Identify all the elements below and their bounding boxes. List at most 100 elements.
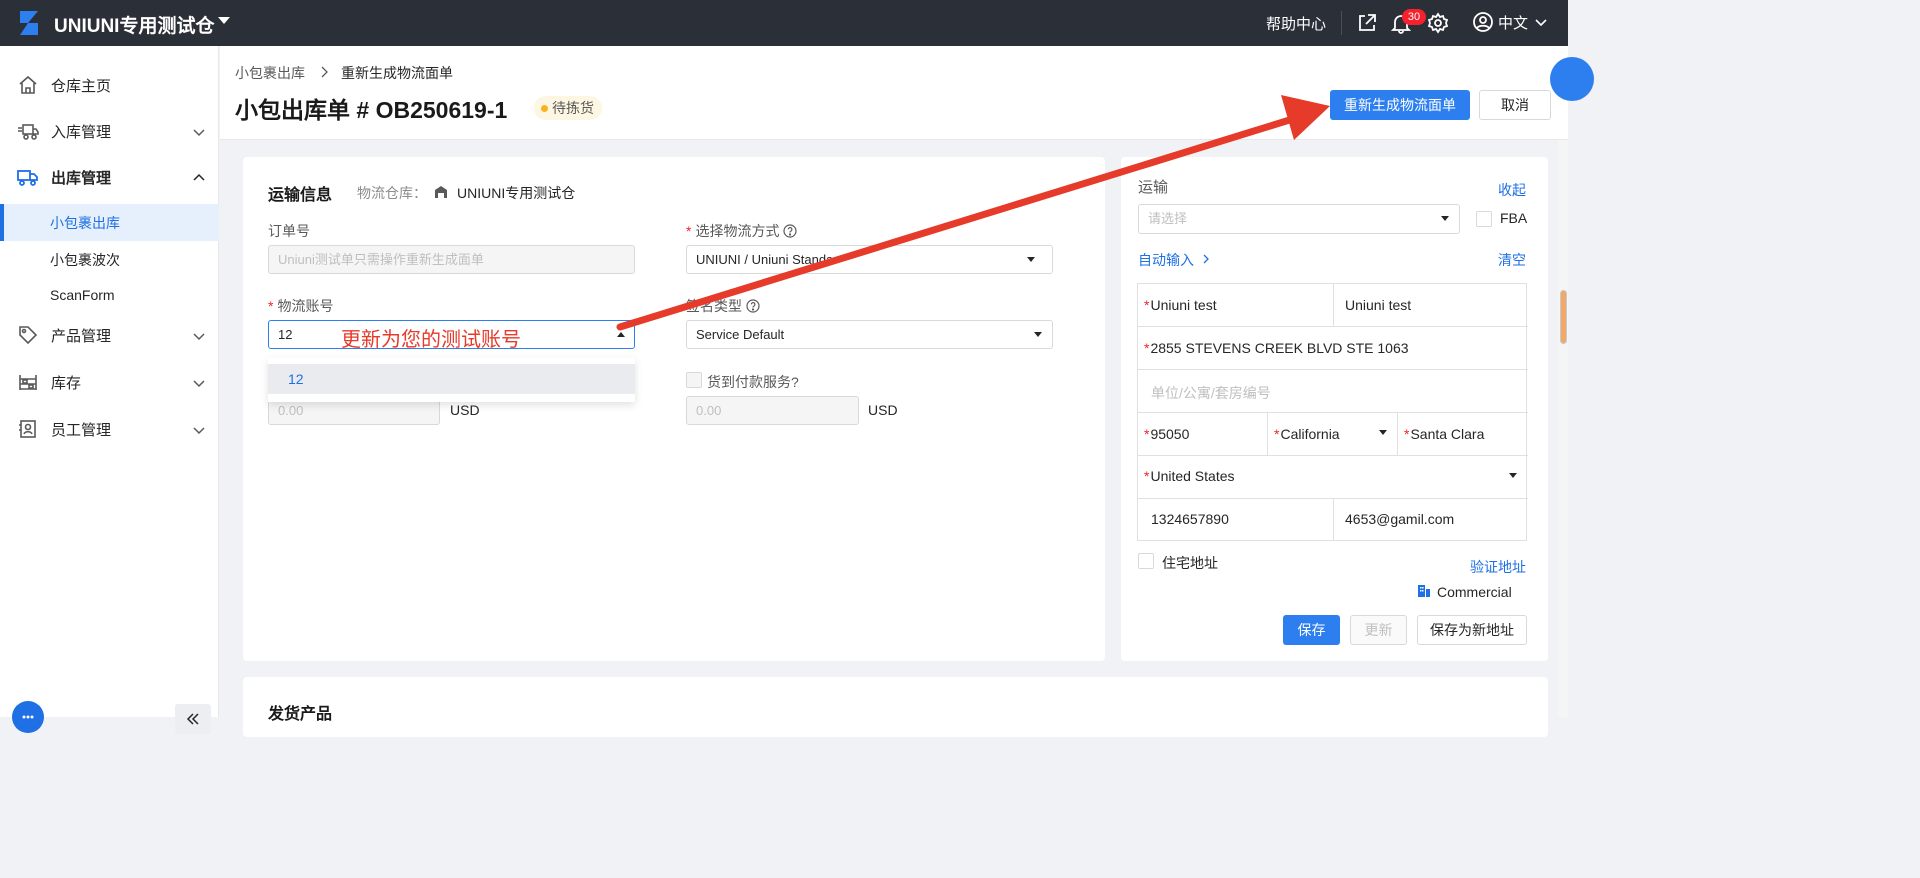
sidebar-item-label: 仓库主页 [51, 78, 112, 95]
page-title: 小包出库单 # OB250619-1 [235, 97, 508, 123]
collapse-sidebar-button[interactable] [175, 704, 211, 734]
warehouse-name[interactable]: UNIUNI专用测试仓 [54, 11, 214, 38]
divider [1333, 498, 1334, 541]
address-form: *Uniuni test Uniuni test *2855 STEVENS C… [1137, 283, 1528, 541]
street-field[interactable]: *2855 STEVENS CREEK BLVD STE 1063 [1144, 340, 1409, 356]
sidebar-subitem-scanform[interactable]: ScanForm [0, 278, 219, 315]
required-mark: * [1144, 468, 1150, 484]
regenerate-label-button[interactable]: 重新生成物流面单 [1330, 90, 1470, 120]
truck-out-icon [17, 170, 38, 186]
city-field[interactable]: *Santa Clara [1404, 426, 1484, 442]
state-select[interactable]: *California [1274, 426, 1340, 442]
sidebar-item-home[interactable]: 仓库主页 [0, 64, 219, 106]
chevron-down-icon[interactable] [1534, 15, 1548, 29]
gear-icon[interactable] [1427, 12, 1449, 34]
city-value: Santa Clara [1410, 426, 1485, 442]
chat-button[interactable] [12, 701, 44, 733]
order-number-input[interactable]: Uniuni测试单只需操作重新生成面单 [268, 245, 635, 274]
caret-down-icon [1379, 430, 1387, 435]
sidebar-subitem-small-parcel-outbound[interactable]: 小包裹出库 [0, 204, 219, 241]
caret-down-icon [1441, 216, 1449, 221]
chevron-down-icon [193, 427, 205, 435]
save-address-button[interactable]: 保存 [1283, 615, 1340, 645]
export-icon[interactable] [1356, 12, 1378, 34]
collapse-link[interactable]: 收起 [1498, 180, 1526, 200]
save-new-address-button[interactable]: 保存为新地址 [1417, 615, 1527, 645]
sidebar-item-staff[interactable]: 员工管理 [0, 408, 219, 450]
chevron-down-icon [193, 129, 205, 137]
products-card [243, 677, 1548, 737]
sidebar-subitem-small-parcel-wave[interactable]: 小包裹波次 [0, 241, 219, 278]
breadcrumb-parent[interactable]: 小包裹出库 [235, 63, 305, 83]
warehouse-icon [435, 186, 447, 198]
cod-label: 货到付款服务? [707, 374, 799, 390]
sidebar-subitem-label: 小包裹出库 [50, 215, 120, 231]
account-option[interactable]: 12 [268, 364, 635, 394]
page-header: 小包裹出库 重新生成物流面单 小包出库单 # OB250619-1 待拣货 重新… [220, 46, 1568, 140]
language-selector[interactable]: 中文 [1498, 12, 1528, 33]
cod-amount-input[interactable]: 0.00 [686, 396, 859, 425]
divider [1267, 412, 1268, 455]
sidebar-item-label: 产品管理 [51, 328, 112, 345]
chevron-right-icon [1203, 254, 1209, 264]
email-field[interactable]: 4653@gamil.com [1345, 511, 1454, 527]
residential-label: 住宅地址 [1162, 555, 1218, 571]
phone-field[interactable]: 1324657890 [1151, 511, 1229, 527]
country-select[interactable]: *United States [1144, 468, 1235, 484]
question-icon[interactable] [746, 299, 760, 313]
chevron-down-icon [193, 333, 205, 341]
required-mark: * [1404, 426, 1410, 442]
sidebar-subitem-label: ScanForm [50, 287, 115, 303]
home-icon [19, 75, 37, 94]
scrollbar-thumb[interactable] [1560, 290, 1567, 344]
street-value: 2855 STEVENS CREEK BLVD STE 1063 [1150, 340, 1409, 356]
sidebar-item-inventory[interactable]: 库存 [0, 361, 219, 403]
signature-label-text: 签名类型 [686, 298, 742, 314]
warehouse-value: UNIUNI专用测试仓 [457, 185, 576, 201]
sidebar-subitem-label: 小包裹波次 [50, 252, 120, 268]
verify-address-link[interactable]: 验证地址 [1470, 557, 1526, 577]
transport-select[interactable]: 请选择 [1138, 204, 1460, 234]
required-mark: * [1144, 297, 1150, 313]
status-badge: 待拣货 [534, 96, 602, 120]
user-icon[interactable] [1472, 11, 1494, 33]
page-scrollbar[interactable] [1558, 140, 1568, 717]
zip-field[interactable]: *95050 [1144, 426, 1189, 442]
help-center-link[interactable]: 帮助中心 [1266, 13, 1326, 34]
first-name-value: Uniuni test [1150, 297, 1217, 313]
sidebar-item-label: 员工管理 [51, 422, 112, 439]
shipping-method-label: * 选择物流方式 [686, 221, 798, 241]
sidebar-item-label: 库存 [51, 375, 82, 392]
floating-action-button[interactable] [1550, 57, 1594, 101]
auto-input-link[interactable]: 自动输入 [1138, 250, 1194, 270]
sidebar-item-products[interactable]: 产品管理 [0, 314, 219, 356]
cancel-button[interactable]: 取消 [1479, 90, 1551, 120]
signature-select[interactable]: Service Default [686, 320, 1053, 349]
last-name-field[interactable]: Uniuni test [1345, 297, 1411, 313]
chevron-right-icon [321, 66, 328, 78]
chat-icon [22, 715, 34, 719]
notification-badge: 30 [1402, 9, 1426, 25]
divider [1333, 284, 1334, 326]
shipping-method-select[interactable]: UNIUNI / Uniuni Standa [686, 245, 1053, 274]
update-address-button[interactable]: 更新 [1350, 615, 1407, 645]
required-mark: * [268, 298, 274, 314]
account-label-text: 物流账号 [277, 298, 334, 314]
sidebar-item-inbound[interactable]: 入库管理 [0, 110, 219, 152]
account-dropdown: 12 [268, 358, 635, 402]
sidebar-item-outbound[interactable]: 出库管理 [0, 156, 219, 198]
question-icon[interactable] [783, 224, 798, 238]
clear-link[interactable]: 清空 [1498, 250, 1526, 270]
divider [1138, 455, 1528, 456]
fba-checkbox[interactable] [1476, 211, 1492, 227]
annotation-text: 更新为您的测试账号 [341, 329, 521, 351]
staff-icon [19, 420, 36, 438]
cod-checkbox[interactable] [686, 372, 702, 388]
residential-checkbox[interactable] [1138, 553, 1154, 569]
first-name-field[interactable]: *Uniuni test [1144, 297, 1217, 313]
warehouse-icon [19, 375, 37, 390]
unit-field[interactable]: 单位/公寓/套房编号 [1151, 383, 1271, 403]
caret-down-icon[interactable] [218, 17, 230, 24]
logo-icon[interactable] [16, 9, 42, 37]
required-mark: * [686, 223, 692, 239]
